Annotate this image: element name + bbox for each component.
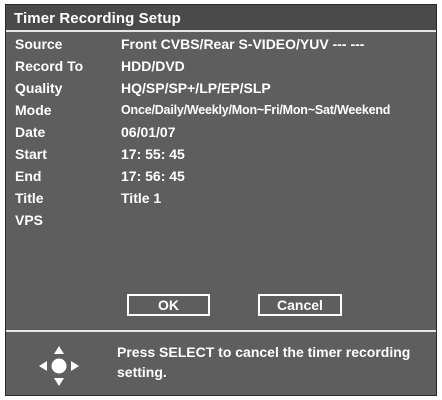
help-text: Press SELECT to cancel the timer recordi…	[117, 344, 411, 380]
setting-row-start[interactable]: Start 17: 55: 45	[6, 144, 436, 166]
setting-row-source[interactable]: Source Front CVBS/Rear S-VIDEO/YUV --- -…	[6, 34, 436, 56]
setting-value: 17: 56: 45	[121, 168, 185, 184]
setting-row-title[interactable]: Title Title 1	[6, 188, 436, 210]
setting-label: Quality	[15, 80, 63, 96]
setting-row-mode[interactable]: Mode Once/Daily/Weekly/Mon~Fri/Mon~Sat/W…	[6, 100, 436, 122]
setting-label: End	[15, 168, 42, 184]
timer-recording-dialog: Timer Recording Setup Source Front CVBS/…	[5, 4, 437, 396]
setting-value: 06/01/07	[121, 124, 176, 140]
setting-value: Once/Daily/Weekly/Mon~Fri/Mon~Sat/Weeken…	[121, 103, 391, 117]
setting-label: Date	[15, 124, 46, 140]
setting-value: Front CVBS/Rear S-VIDEO/YUV --- ---	[121, 36, 365, 52]
setting-label: Mode	[15, 102, 52, 118]
setting-value: Title 1	[121, 190, 162, 206]
setting-value: HDD/DVD	[121, 58, 185, 74]
help-panel: Press SELECT to cancel the timer recordi…	[6, 332, 436, 395]
ok-button[interactable]: OK	[127, 294, 210, 316]
setting-value: 17: 55: 45	[121, 146, 185, 162]
setting-label: Record To	[15, 58, 84, 74]
setting-value: HQ/SP/SP+/LP/EP/SLP	[121, 80, 271, 96]
cancel-button[interactable]: Cancel	[258, 294, 342, 316]
setting-label: Title	[15, 190, 44, 206]
directional-pad-icon	[39, 346, 79, 386]
setting-row-date[interactable]: Date 06/01/07	[6, 122, 436, 144]
setting-label: Start	[15, 146, 47, 162]
settings-panel: Source Front CVBS/Rear S-VIDEO/YUV --- -…	[6, 32, 436, 329]
setting-row-vps[interactable]: VPS	[6, 210, 436, 232]
dialog-title: Timer Recording Setup	[14, 10, 181, 27]
title-bar: Timer Recording Setup	[6, 5, 436, 32]
setting-label: Source	[15, 36, 63, 52]
setting-label: VPS	[15, 212, 44, 228]
setting-row-end[interactable]: End 17: 56: 45	[6, 166, 436, 188]
setting-row-quality[interactable]: Quality HQ/SP/SP+/LP/EP/SLP	[6, 78, 436, 100]
setting-row-record-to[interactable]: Record To HDD/DVD	[6, 56, 436, 78]
